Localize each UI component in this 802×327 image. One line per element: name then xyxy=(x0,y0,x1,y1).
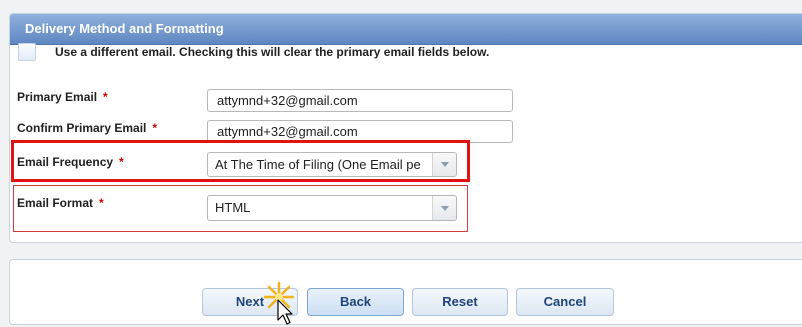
action-panel xyxy=(9,259,802,325)
section-header: Delivery Method and Formatting xyxy=(10,14,802,45)
reset-button[interactable]: Reset xyxy=(412,288,508,316)
alt-email-checkbox[interactable] xyxy=(18,43,36,61)
back-button[interactable]: Back xyxy=(307,288,404,316)
cursor-icon xyxy=(277,299,293,325)
primary-email-label-text: Primary Email xyxy=(17,90,98,104)
required-mark: * xyxy=(152,121,158,135)
primary-email-label: Primary Email * xyxy=(17,90,108,104)
confirm-email-label: Confirm Primary Email * xyxy=(17,121,157,135)
email-format-value: HTML xyxy=(215,200,251,215)
chevron-down-icon[interactable] xyxy=(432,196,456,220)
chevron-down-icon[interactable] xyxy=(432,153,456,176)
required-mark: * xyxy=(99,196,104,210)
required-mark: * xyxy=(119,155,124,169)
email-frequency-select[interactable]: At The Time of Filing (One Email pe xyxy=(207,152,457,177)
email-format-label: Email Format * xyxy=(17,196,104,210)
primary-email-input[interactable] xyxy=(207,89,513,112)
alt-email-checkbox-label: Use a different email. Checking this wil… xyxy=(55,45,490,59)
email-frequency-label: Email Frequency * xyxy=(17,155,124,169)
email-frequency-value: At The Time of Filing (One Email pe xyxy=(215,157,421,172)
required-mark: * xyxy=(103,90,108,104)
email-format-label-text: Email Format xyxy=(17,196,94,210)
confirm-email-label-text: Confirm Primary Email xyxy=(17,121,147,135)
email-format-select[interactable]: HTML xyxy=(207,195,457,221)
cancel-button[interactable]: Cancel xyxy=(516,288,614,316)
email-frequency-label-text: Email Frequency xyxy=(17,155,114,169)
